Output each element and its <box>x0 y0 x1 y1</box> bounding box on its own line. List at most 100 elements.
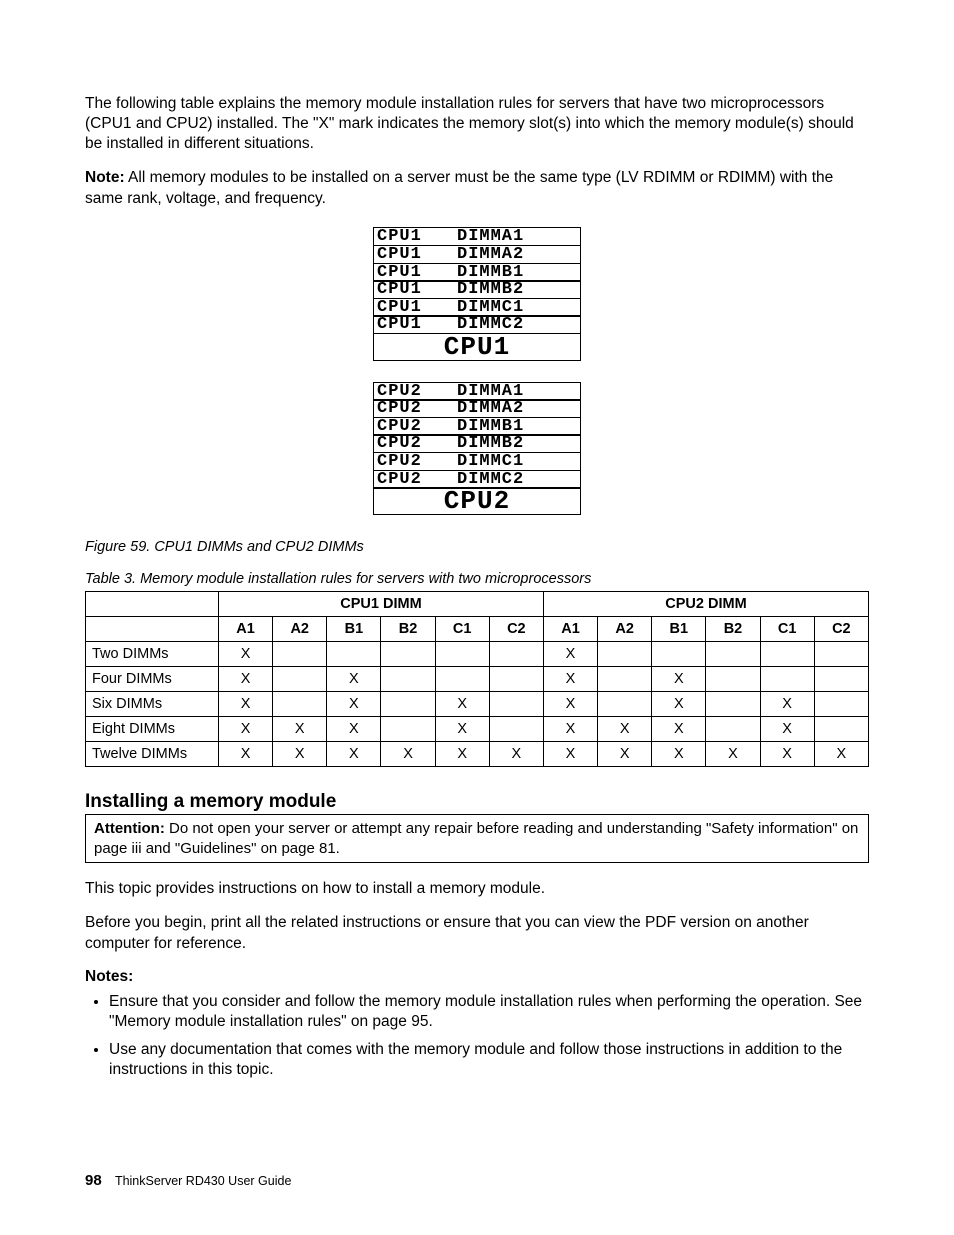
table-cell <box>598 667 652 692</box>
table-column-header: B1 <box>327 617 381 642</box>
dimm-slot: DIMMC1 <box>457 299 524 316</box>
table-row: Eight DIMMsXXXXXXXX <box>86 717 869 742</box>
cpu2-block: CPU2DIMMA1CPU2DIMMA2CPU2DIMMB1CPU2DIMMB2… <box>373 382 581 489</box>
dimm-slot: DIMMA1 <box>457 383 524 400</box>
rules-table: CPU1 DIMM CPU2 DIMM A1A2B1B2C1C2A1A2B1B2… <box>85 591 869 767</box>
table-cell <box>489 717 543 742</box>
table-cell <box>706 692 760 717</box>
table-cell: X <box>219 742 273 767</box>
table-cell <box>489 642 543 667</box>
table-row: Two DIMMsXX <box>86 642 869 667</box>
table-cell <box>706 717 760 742</box>
table-column-header: C1 <box>435 617 489 642</box>
cpu1-group-header: CPU1 DIMM <box>219 592 544 617</box>
table-cell: X <box>652 692 706 717</box>
dimm-row: CPU2DIMMA1 <box>373 382 581 401</box>
row-label: Twelve DIMMs <box>86 742 219 767</box>
table-cell: X <box>760 717 814 742</box>
dimm-cpu: CPU2 <box>377 400 457 417</box>
table-cell: X <box>543 717 597 742</box>
list-item: Ensure that you consider and follow the … <box>109 992 869 1032</box>
table-column-header: B2 <box>706 617 760 642</box>
table-cell: X <box>219 642 273 667</box>
table-cell <box>273 667 327 692</box>
cpu2-group-header: CPU2 DIMM <box>543 592 868 617</box>
section-heading: Installing a memory module <box>85 791 869 814</box>
row-label: Eight DIMMs <box>86 717 219 742</box>
dimm-row: CPU1DIMMB1 <box>373 263 581 282</box>
dimm-slot: DIMMA1 <box>457 228 524 245</box>
table-cell <box>381 717 435 742</box>
dimm-slot: DIMMB1 <box>457 418 524 435</box>
table-cell <box>652 642 706 667</box>
dimm-slot: DIMMB2 <box>457 281 524 298</box>
table-cell: X <box>598 742 652 767</box>
note-text: All memory modules to be installed on a … <box>85 169 833 206</box>
table-cell <box>706 642 760 667</box>
dimm-row: CPU1DIMMC1 <box>373 298 581 317</box>
table-column-header: C2 <box>489 617 543 642</box>
dimm-cpu: CPU2 <box>377 383 457 400</box>
dimm-cpu: CPU2 <box>377 418 457 435</box>
dimm-slot: DIMMC1 <box>457 453 524 470</box>
table-cell <box>435 667 489 692</box>
table-cell: X <box>435 717 489 742</box>
intro-paragraph: The following table explains the memory … <box>85 94 869 154</box>
dimm-slot: DIMMC2 <box>457 316 524 333</box>
dimm-cpu: CPU2 <box>377 471 457 488</box>
table-cell: X <box>543 742 597 767</box>
table-caption: Table 3. Memory module installation rule… <box>85 571 869 587</box>
attention-box: Attention: Do not open your server or at… <box>85 814 869 863</box>
dimm-cpu: CPU1 <box>377 246 457 263</box>
table-cell: X <box>489 742 543 767</box>
table-row: Twelve DIMMsXXXXXXXXXXXX <box>86 742 869 767</box>
table-cell: X <box>543 642 597 667</box>
dimm-slot: DIMMA2 <box>457 246 524 263</box>
table-cell: X <box>760 692 814 717</box>
cpu1-block: CPU1DIMMA1CPU1DIMMA2CPU1DIMMB1CPU1DIMMB2… <box>373 227 581 334</box>
notes-list: Ensure that you consider and follow the … <box>85 992 869 1081</box>
table-cell: X <box>598 717 652 742</box>
table-corner <box>86 617 219 642</box>
dimm-cpu: CPU1 <box>377 316 457 333</box>
table-cell: X <box>435 742 489 767</box>
list-item: Use any documentation that comes with th… <box>109 1040 869 1080</box>
table-cell <box>273 642 327 667</box>
topic-intro-paragraph: This topic provides instructions on how … <box>85 879 869 899</box>
table-cell: X <box>435 692 489 717</box>
table-cell <box>814 717 868 742</box>
dimm-row: CPU1DIMMB2 <box>373 280 581 299</box>
table-cell <box>814 642 868 667</box>
page-number: 98 <box>85 1172 102 1189</box>
table-cell <box>381 692 435 717</box>
table-column-header: C2 <box>814 617 868 642</box>
table-cell <box>273 692 327 717</box>
table-column-header: A2 <box>598 617 652 642</box>
table-group-row: CPU1 DIMM CPU2 DIMM <box>86 592 869 617</box>
table-cell: X <box>219 717 273 742</box>
table-cell <box>327 642 381 667</box>
dimm-cpu: CPU2 <box>377 453 457 470</box>
dimm-diagram: CPU1DIMMA1CPU1DIMMA2CPU1DIMMB1CPU1DIMMB2… <box>373 227 581 515</box>
table-cell <box>706 667 760 692</box>
table-cell: X <box>219 667 273 692</box>
table-column-header: A1 <box>543 617 597 642</box>
table-column-header: B1 <box>652 617 706 642</box>
note-label: Note: <box>85 169 125 186</box>
table-cell: X <box>543 667 597 692</box>
dimm-row: CPU1DIMMA1 <box>373 227 581 246</box>
dimm-row: CPU2DIMMB1 <box>373 417 581 436</box>
table-cell <box>435 642 489 667</box>
table-column-header: B2 <box>381 617 435 642</box>
attention-text: Do not open your server or attempt any r… <box>94 820 858 857</box>
table-cell <box>489 692 543 717</box>
figure-caption: Figure 59. CPU1 DIMMs and CPU2 DIMMs <box>85 539 869 555</box>
table-column-header: A2 <box>273 617 327 642</box>
row-label: Two DIMMs <box>86 642 219 667</box>
dimm-slot: DIMMA2 <box>457 400 524 417</box>
table-row: Four DIMMsXXXX <box>86 667 869 692</box>
table-column-header: C1 <box>760 617 814 642</box>
table-cell <box>760 667 814 692</box>
table-cell: X <box>652 742 706 767</box>
table-column-header: A1 <box>219 617 273 642</box>
